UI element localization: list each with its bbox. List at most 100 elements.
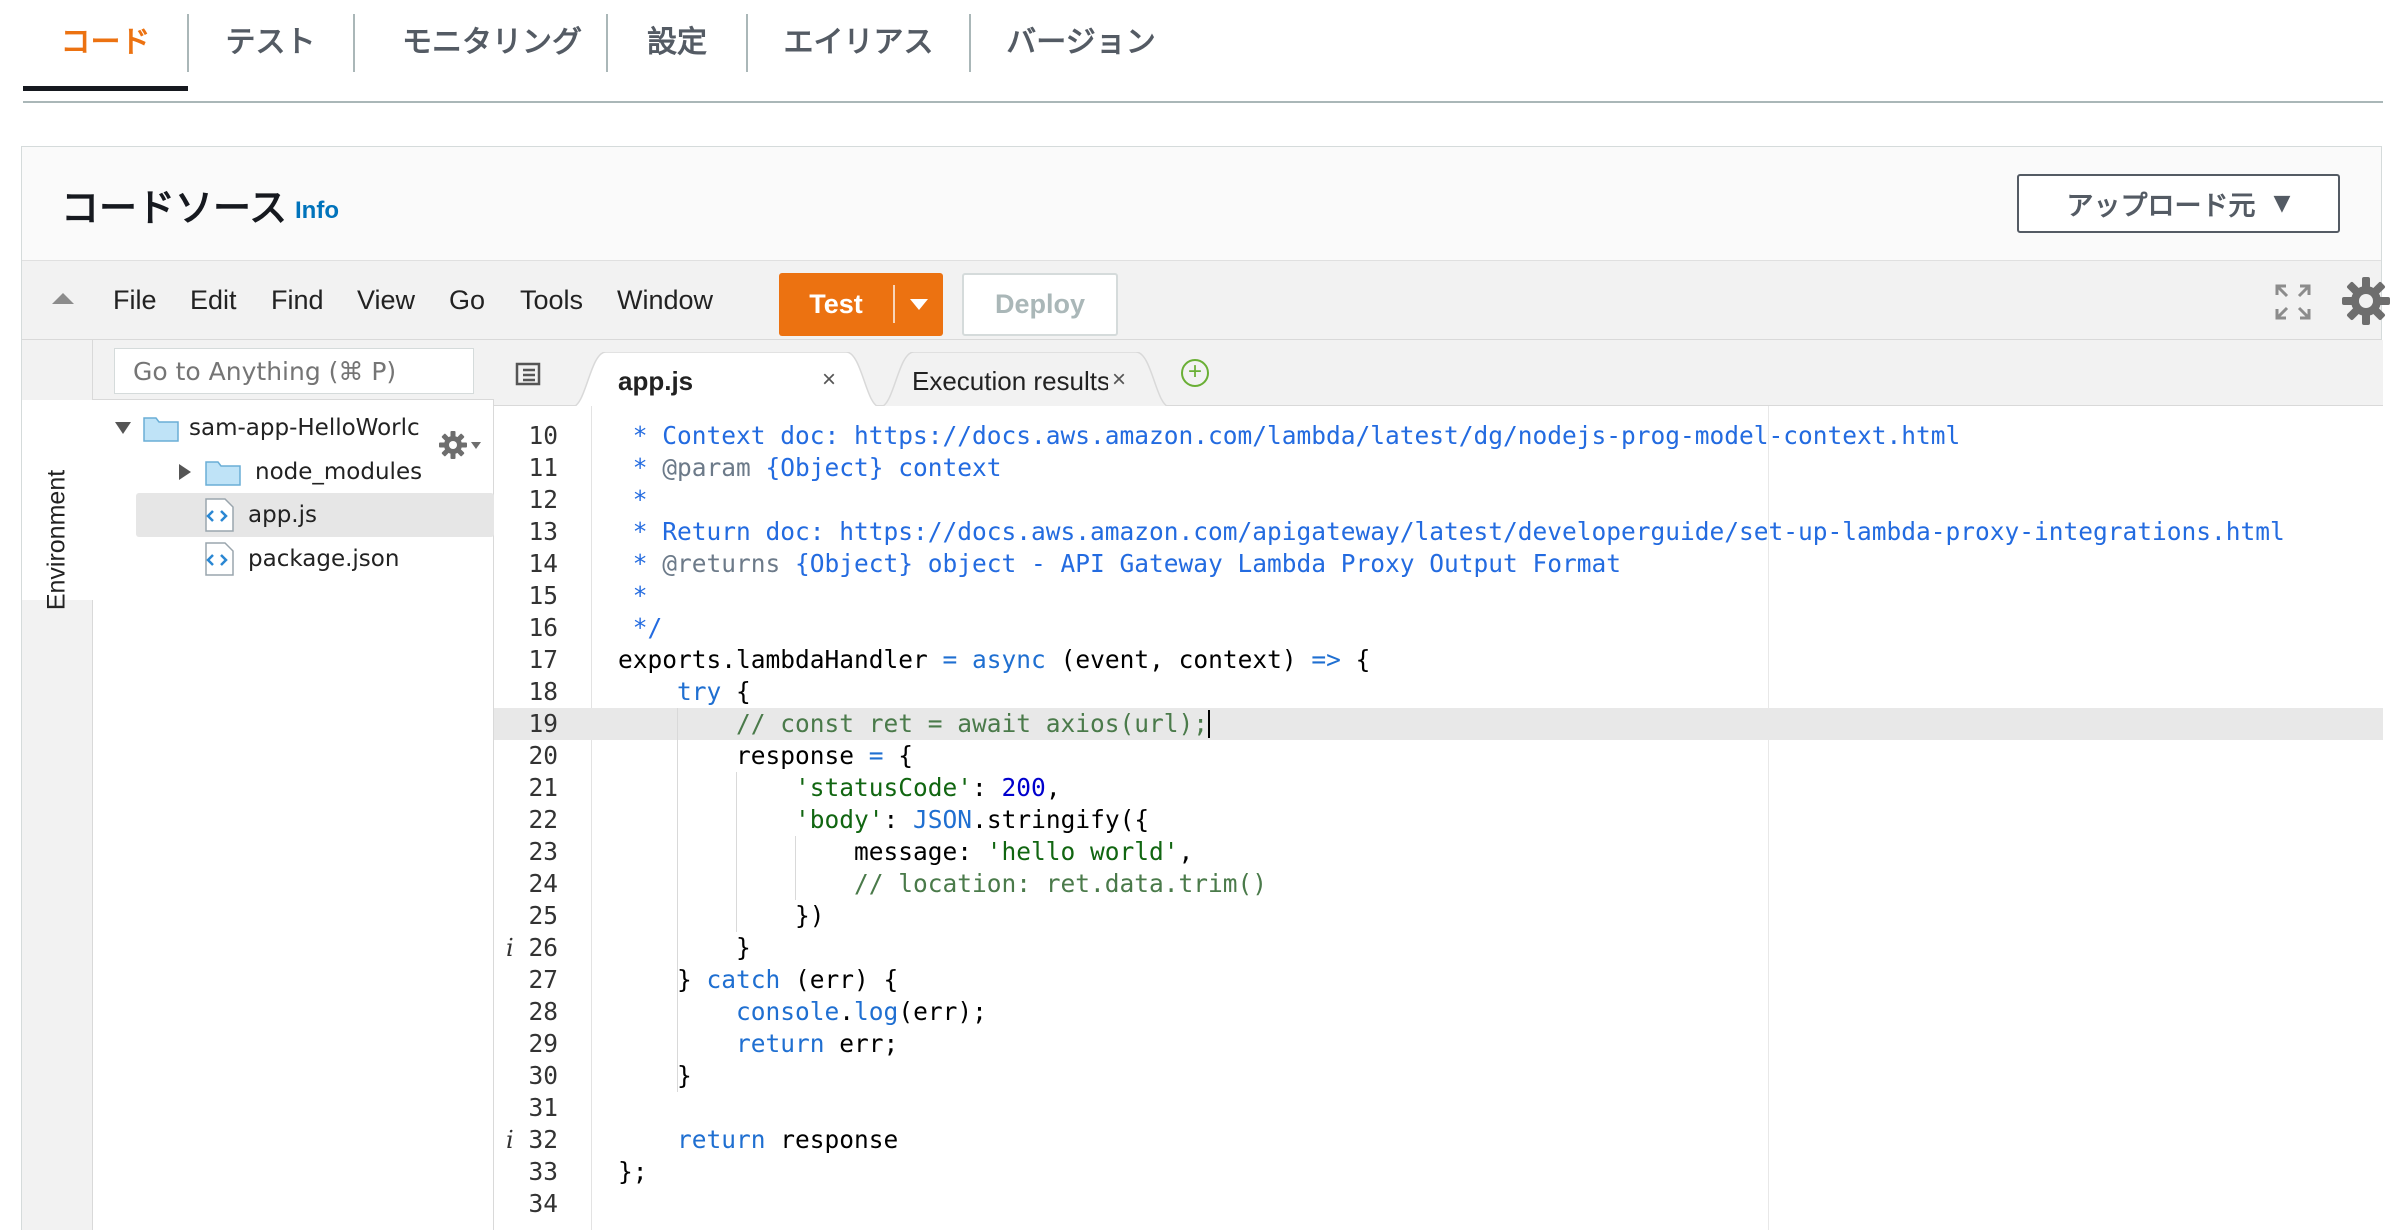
code-line[interactable]: 18 try { <box>494 676 2383 708</box>
code-editor[interactable]: 10 * Context doc: https://docs.aws.amazo… <box>494 406 2383 1230</box>
menu-file[interactable]: File <box>113 285 157 316</box>
line-number: 18 <box>528 677 558 706</box>
editor-tab-execution-results[interactable]: Execution results × <box>880 352 1170 407</box>
line-number: 19 <box>528 709 558 738</box>
active-tab-underline <box>23 86 188 91</box>
tree-item-node-modules[interactable]: node_modules <box>179 450 422 494</box>
code-line[interactable]: 13 * Return doc: https://docs.aws.amazon… <box>494 516 2383 548</box>
menu-view[interactable]: View <box>357 285 415 316</box>
code-line[interactable]: 12 * <box>494 484 2383 516</box>
tree-item-app-js[interactable]: app.js <box>136 493 494 537</box>
tree-item-package-json[interactable]: package.json <box>204 537 399 581</box>
line-number: 23 <box>528 837 558 866</box>
code-line[interactable]: 24 // location: ret.data.trim() <box>494 868 2383 900</box>
menu-tools[interactable]: Tools <box>520 285 583 316</box>
code-line[interactable]: 29 return err; <box>494 1028 2383 1060</box>
line-number: 26 <box>528 933 558 962</box>
code-text: * @param {Object} context <box>618 453 1002 482</box>
line-number: 20 <box>528 741 558 770</box>
code-line[interactable]: 27 } catch (err) { <box>494 964 2383 996</box>
code-line[interactable]: 33}; <box>494 1156 2383 1188</box>
test-dropdown-button[interactable] <box>895 273 943 336</box>
line-number: 13 <box>528 517 558 546</box>
code-line[interactable]: 10 * Context doc: https://docs.aws.amazo… <box>494 420 2383 452</box>
editor-tab-app-js[interactable]: app.js × <box>572 352 880 407</box>
menu-go[interactable]: Go <box>449 285 485 316</box>
code-line[interactable]: 21 'statusCode': 200, <box>494 772 2383 804</box>
code-text: return err; <box>736 1029 899 1058</box>
code-line[interactable]: 28 console.log(err); <box>494 996 2383 1028</box>
line-number: 28 <box>528 997 558 1026</box>
goto-anything-input[interactable] <box>114 348 474 394</box>
code-text: * <box>618 485 648 514</box>
tab-settings[interactable]: 設定 <box>608 0 746 88</box>
code-line[interactable]: i 26 } <box>494 932 2383 964</box>
line-number: 29 <box>528 1029 558 1058</box>
code-text: // location: ret.data.trim() <box>854 869 1268 898</box>
code-line[interactable]: i 32 return response <box>494 1124 2383 1156</box>
code-text: // const ret = await axios(url); <box>736 709 1211 738</box>
tab-list-icon[interactable] <box>514 362 542 386</box>
menu-find[interactable]: Find <box>271 285 324 316</box>
tab-aliases-label: エイリアス <box>783 25 934 60</box>
code-line[interactable]: 22 'body': JSON.stringify({ <box>494 804 2383 836</box>
code-line[interactable]: 17 exports.lambdaHandler = async (event, … <box>494 644 2383 676</box>
deploy-button[interactable]: Deploy <box>962 273 1118 336</box>
code-line[interactable]: 23 message: 'hello world', <box>494 836 2383 868</box>
tree-root-folder[interactable]: sam-app-HelloWorlc <box>115 406 420 450</box>
code-line[interactable]: 16 */ <box>494 612 2383 644</box>
expand-arrow-icon[interactable] <box>179 464 191 480</box>
upload-from-dropdown[interactable]: アップロード元 ▼ <box>2017 174 2340 233</box>
line-number: 17 <box>528 645 558 674</box>
code-line[interactable]: 20 response = { <box>494 740 2383 772</box>
code-text: message: 'hello world', <box>618 837 1194 866</box>
code-line[interactable]: 14 * @returns {Object} object - API Gate… <box>494 548 2383 580</box>
tab-code[interactable]: コード <box>23 0 188 91</box>
code-text: * @returns {Object} object - API Gateway… <box>618 549 1622 578</box>
code-line[interactable]: 15 * <box>494 580 2383 612</box>
tab-label: Execution results <box>912 366 1108 396</box>
line-number: 25 <box>528 901 558 930</box>
add-tab-icon[interactable]: + <box>1181 359 1209 387</box>
tab-settings-label: 設定 <box>647 25 707 60</box>
indent-guide <box>795 836 796 900</box>
code-line[interactable]: 19 // const ret = await axios(url); <box>494 708 2383 740</box>
expand-arrow-icon[interactable] <box>115 422 131 434</box>
test-button[interactable]: Test <box>779 273 893 336</box>
code-text: } catch (err) { <box>618 965 899 994</box>
folder-icon <box>205 461 241 486</box>
settings-gear-icon[interactable] <box>2340 275 2392 327</box>
code-text: */ <box>618 613 663 642</box>
line-number: 21 <box>528 773 558 802</box>
code-text: }; <box>618 1157 648 1186</box>
page-title: コードソース <box>61 186 288 230</box>
tab-code-label: コード <box>60 25 151 60</box>
tree-settings-button[interactable] <box>438 430 481 460</box>
close-tab-icon[interactable]: × <box>1112 366 1126 394</box>
environment-tab[interactable]: Environment <box>22 400 93 610</box>
tree-item-label: package.json <box>248 546 400 572</box>
tab-aliases[interactable]: エイリアス <box>748 0 969 88</box>
tab-test[interactable]: テスト <box>189 0 352 88</box>
menu-edit[interactable]: Edit <box>190 285 237 316</box>
menu-window[interactable]: Window <box>617 285 713 316</box>
code-line[interactable]: 11 * @param {Object} context <box>494 452 2383 484</box>
fullscreen-icon[interactable] <box>2274 283 2312 321</box>
upload-from-label: アップロード元 <box>2066 191 2256 222</box>
info-link[interactable]: Info <box>295 197 339 225</box>
code-line[interactable]: 31 <box>494 1092 2383 1124</box>
line-number: 12 <box>528 485 558 514</box>
tab-versions[interactable]: バージョン <box>971 0 1191 88</box>
code-line[interactable]: 25 }) <box>494 900 2383 932</box>
code-line[interactable]: 34 <box>494 1188 2383 1220</box>
code-line[interactable]: 30 } <box>494 1060 2383 1092</box>
tab-monitoring[interactable]: モニタリング <box>355 0 629 88</box>
collapse-arrow-icon[interactable] <box>52 293 74 304</box>
environment-tab-label: Environment <box>42 469 71 611</box>
top-tab-bar: コード テスト モニタリング 設定 エイリアス バージョン <box>23 0 2383 103</box>
line-number: 30 <box>528 1061 558 1090</box>
line-number: 32 <box>528 1125 558 1154</box>
line-number: 33 <box>528 1157 558 1186</box>
tab-label: app.js <box>618 366 694 396</box>
close-tab-icon[interactable]: × <box>822 366 836 394</box>
